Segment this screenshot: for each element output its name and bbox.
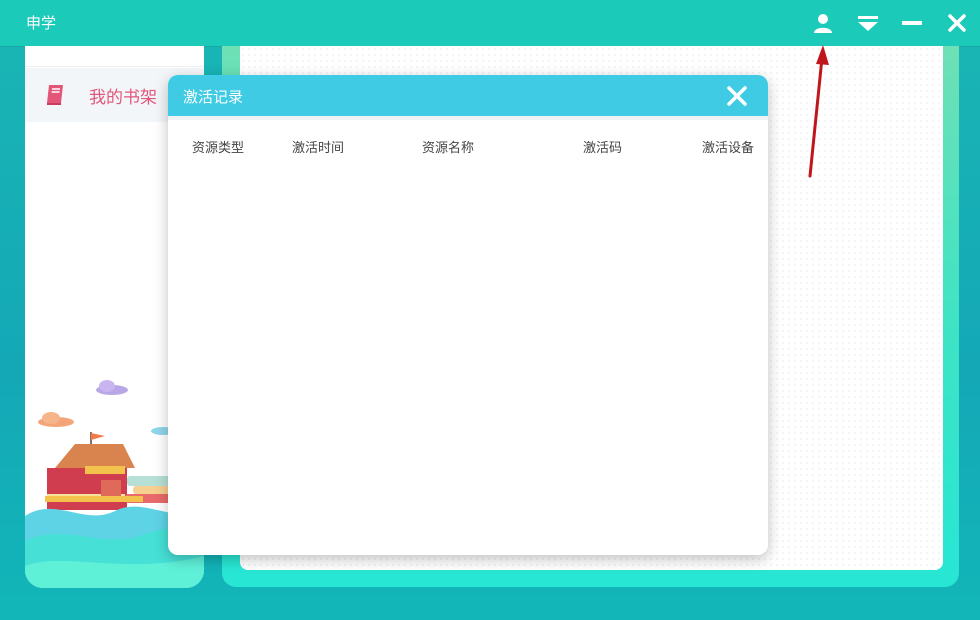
dropdown-menu-icon[interactable]	[855, 10, 881, 36]
annotation-arrow	[808, 45, 829, 178]
sidebar-divider	[25, 66, 204, 67]
dialog-close-icon[interactable]	[725, 84, 749, 108]
sidebar-item-label: 我的书架	[89, 87, 157, 108]
activation-record-dialog: 激活记录 资源类型 激活时间 资源名称 激活码 激活设备	[168, 75, 768, 555]
user-icon[interactable]	[810, 10, 836, 36]
column-header-activation-code: 激活码	[583, 141, 623, 156]
dialog-divider	[168, 116, 768, 120]
column-header-resource-type: 资源类型	[192, 141, 245, 156]
column-header-activation-time: 激活时间	[292, 141, 345, 156]
close-icon[interactable]	[944, 10, 970, 36]
column-header-resource-name: 资源名称	[422, 141, 475, 156]
dialog-title: 激活记录	[183, 88, 244, 106]
column-header-activation-device: 激活设备	[702, 141, 755, 156]
app-title: 申学	[26, 14, 57, 32]
dialog-header: 激活记录	[168, 75, 768, 116]
minimize-icon[interactable]	[899, 10, 925, 36]
book-icon	[47, 85, 63, 105]
